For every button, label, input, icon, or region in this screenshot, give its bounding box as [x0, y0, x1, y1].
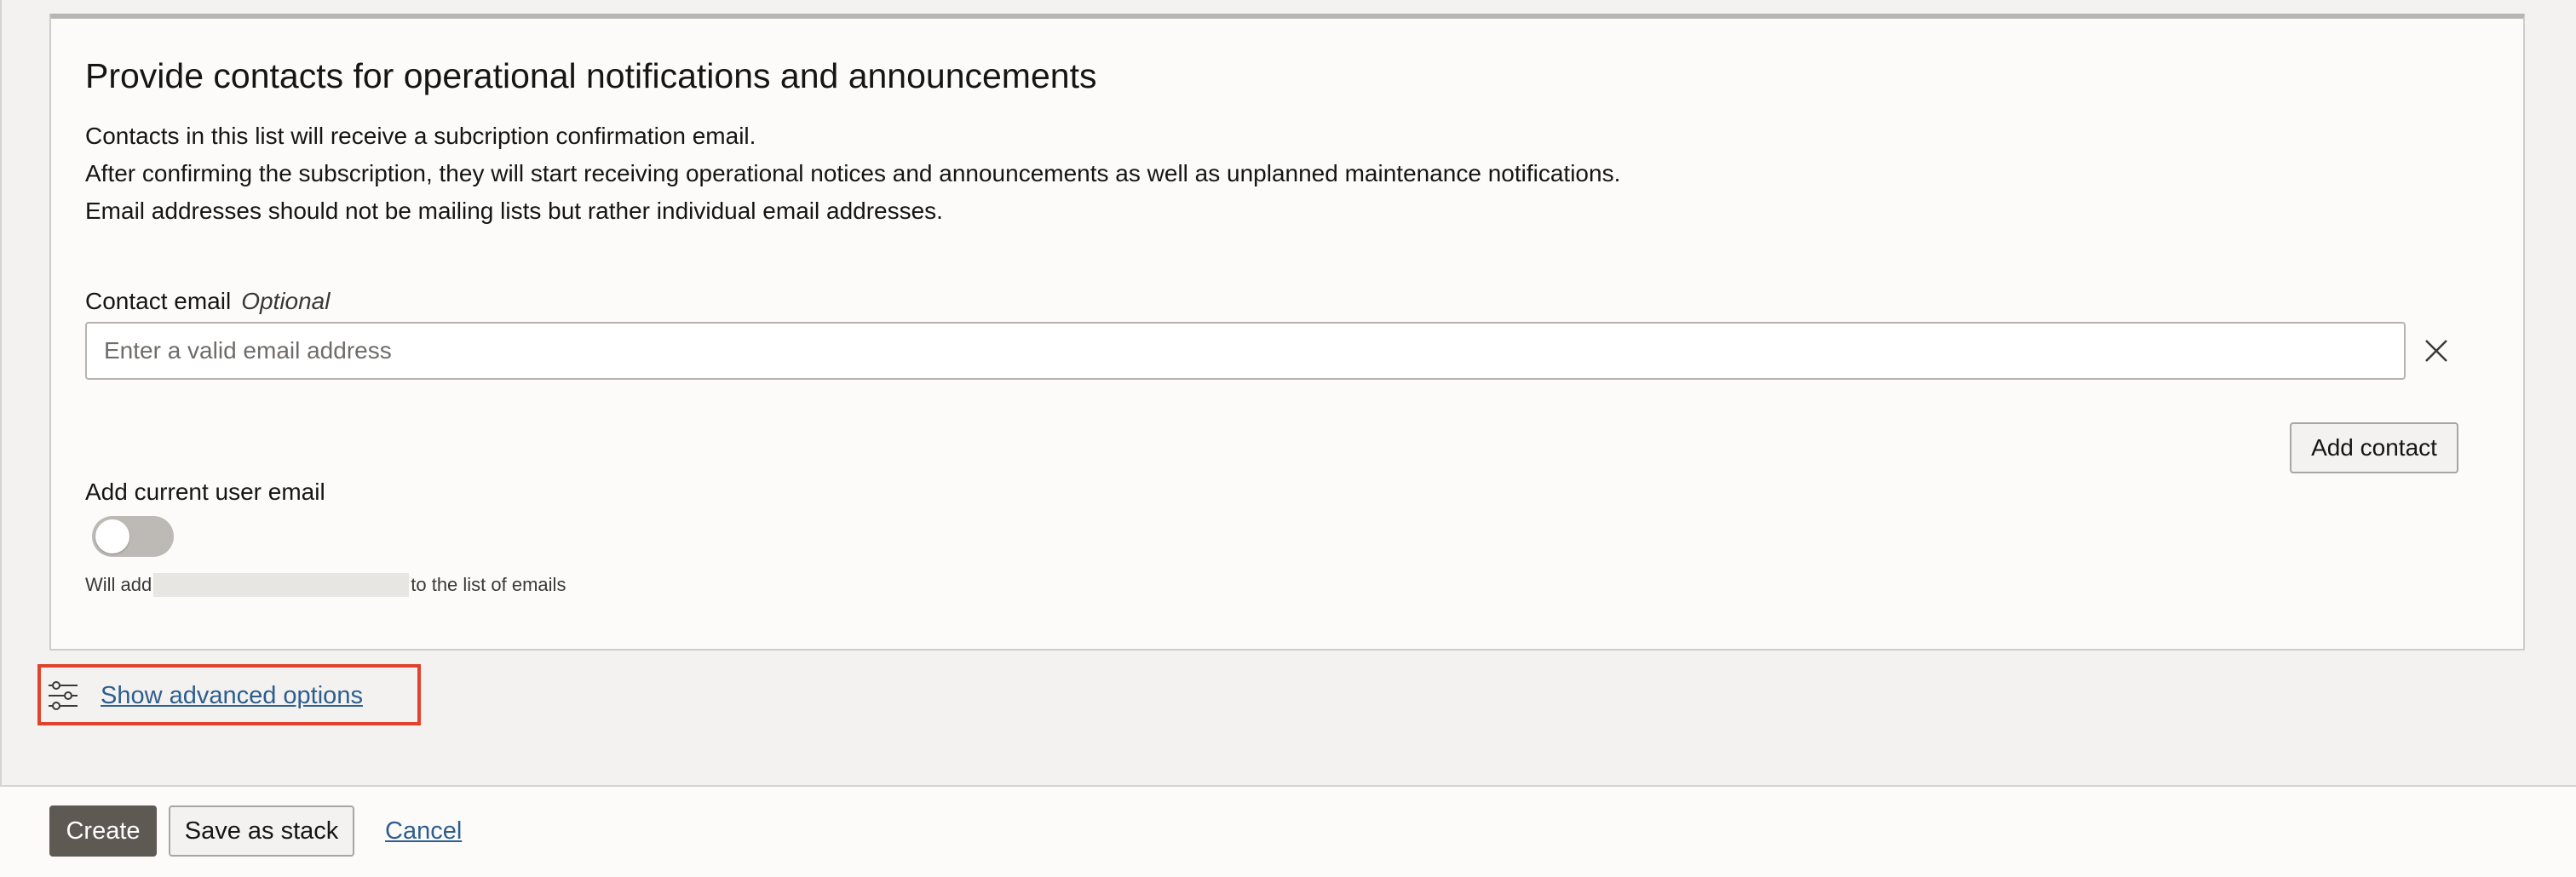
- description-line-3: Email addresses should not be mailing li…: [85, 198, 943, 224]
- helper-prefix: Will add: [85, 574, 152, 595]
- add-current-user-toggle[interactable]: [92, 516, 174, 557]
- contact-email-label: Contact email Optional: [85, 286, 330, 317]
- description-line-2: After confirming the subscription, they …: [85, 160, 1621, 186]
- show-advanced-options-label: Show advanced options: [101, 681, 363, 709]
- sliders-icon: [46, 679, 80, 713]
- contact-email-input[interactable]: [85, 322, 2406, 380]
- close-icon: [2424, 338, 2449, 364]
- current-user-helper-text: Will add to the list of emails: [85, 572, 566, 598]
- helper-suffix: to the list of emails: [411, 574, 566, 595]
- description-line-1: Contacts in this list will receive a sub…: [85, 123, 756, 149]
- show-advanced-options-link[interactable]: Show advanced options: [46, 678, 363, 714]
- add-current-user-label: Add current user email: [85, 479, 325, 505]
- page-left-border: [0, 0, 2, 877]
- section-title: Provide contacts for operational notific…: [85, 56, 1097, 95]
- add-contact-button[interactable]: Add contact: [2290, 422, 2458, 473]
- form-footer: Create Save as stack Cancel: [0, 785, 2576, 877]
- save-as-stack-button[interactable]: Save as stack: [169, 805, 354, 857]
- toggle-knob: [95, 519, 129, 553]
- cancel-link[interactable]: Cancel: [385, 816, 462, 846]
- optional-label: Optional: [241, 288, 331, 314]
- redacted-email: [153, 573, 410, 597]
- contact-email-label-text: Contact email: [85, 288, 232, 314]
- contacts-section-card: Provide contacts for operational notific…: [49, 14, 2525, 651]
- remove-contact-button[interactable]: [2419, 334, 2453, 368]
- create-button[interactable]: Create: [49, 805, 157, 857]
